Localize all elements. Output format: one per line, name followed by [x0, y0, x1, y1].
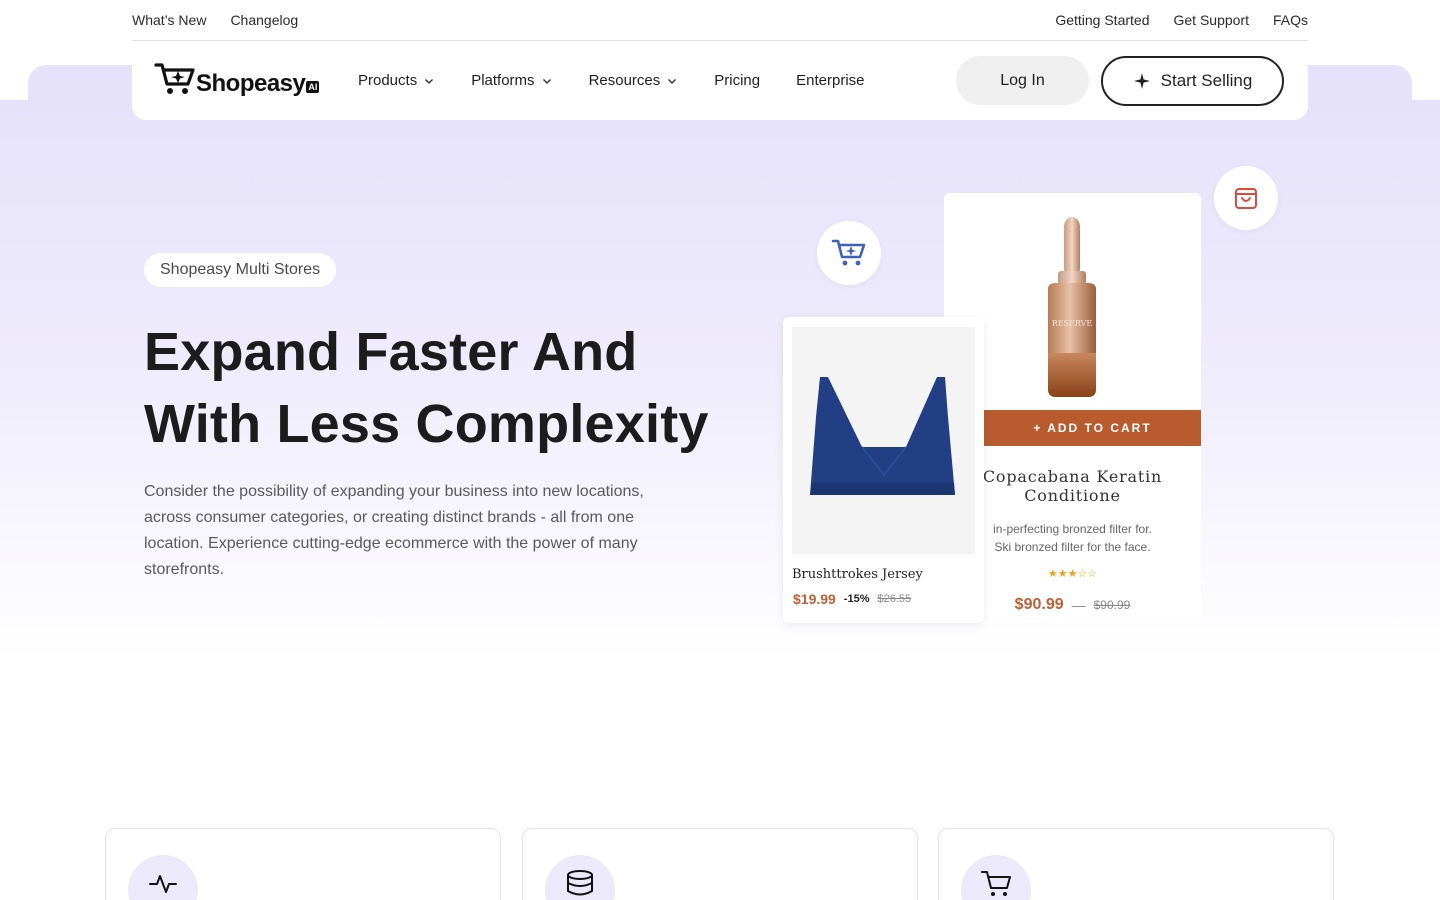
- nav-products[interactable]: Products: [358, 72, 435, 89]
- hero-title: Expand Faster And With Less Complexity: [144, 316, 764, 460]
- whats-new-link[interactable]: What’s New: [132, 12, 206, 28]
- nav-resources[interactable]: Resources: [589, 72, 679, 89]
- nav-platforms[interactable]: Platforms: [471, 72, 552, 89]
- cart-icon: [981, 871, 1011, 896]
- feature-icon-circle: [961, 855, 1031, 900]
- activity-icon: [149, 875, 177, 893]
- serum-description: in-perfecting bronzed filter for. Ski br…: [993, 522, 1152, 554]
- nav-pricing-label: Pricing: [714, 72, 761, 89]
- top-bar-left: What’s New Changelog: [132, 12, 298, 28]
- top-bar: What’s New Changelog Getting Started Get…: [132, 0, 1308, 41]
- shopeasy-logo[interactable]: Shopeasy AI: [154, 62, 320, 98]
- feature-card-2: [522, 828, 918, 900]
- hero-title-line-1: Expand Faster And: [144, 322, 638, 382]
- hero-badge: Shopeasy Multi Stores: [144, 253, 337, 287]
- feature-card-1: [105, 828, 501, 900]
- get-support-link[interactable]: Get Support: [1173, 12, 1249, 28]
- jersey-price-current: $19.99: [793, 591, 836, 607]
- product-card-jersey[interactable]: Brushttrokes Jersey $19.99 -15% $26.55: [783, 317, 984, 623]
- chevron-down-icon: [425, 78, 434, 84]
- getting-started-link[interactable]: Getting Started: [1055, 12, 1149, 28]
- nav-menu: Products Platforms Resources Pricing Ent…: [358, 41, 901, 120]
- start-selling-label: Start Selling: [1160, 71, 1253, 90]
- logo-ai-badge: AI: [306, 81, 320, 93]
- serum-price-separator: —: [1071, 597, 1086, 613]
- jersey-price-old: $26.55: [877, 593, 912, 605]
- serum-name: Copacabana Keratin Conditione: [982, 467, 1163, 505]
- cart-bubble: [817, 221, 881, 285]
- top-bar-right: Getting Started Get Support FAQs: [1055, 12, 1308, 28]
- nav-resources-label: Resources: [588, 72, 661, 89]
- jersey-name: Brushttrokes Jersey: [792, 567, 923, 582]
- nav-enterprise-label: Enterprise: [796, 72, 865, 89]
- chevron-down-icon: [542, 78, 551, 84]
- database-icon: [567, 870, 593, 896]
- login-button[interactable]: Log In: [956, 56, 1089, 105]
- shopping-bag-icon: [1235, 188, 1257, 209]
- hero-title-line-2: With Less Complexity: [144, 394, 709, 454]
- cart-sparkle-icon: [831, 239, 866, 266]
- logo-text: Shopeasy: [196, 70, 306, 97]
- jersey-discount: -15%: [843, 593, 870, 605]
- logo-cart-icon: [154, 63, 195, 94]
- start-selling-button[interactable]: Start Selling: [1101, 56, 1284, 106]
- main-navbar: Shopeasy AI Products Platforms Resources…: [132, 41, 1308, 120]
- serum-price: $90.99 — $90.99: [984, 596, 1161, 614]
- faqs-link[interactable]: FAQs: [1273, 12, 1308, 28]
- bottle-label: RESERVE: [1052, 319, 1093, 328]
- feature-card-3: [938, 828, 1334, 900]
- serum-price-old: $90.99: [1093, 598, 1131, 612]
- jersey-top-image: [792, 327, 975, 554]
- rating-stars: ★★★☆☆: [1047, 568, 1098, 580]
- nav-pricing[interactable]: Pricing: [714, 72, 760, 89]
- hero-description: Consider the possibility of expanding yo…: [144, 483, 644, 578]
- serum-price-current: $90.99: [1014, 596, 1064, 613]
- chevron-down-icon: [668, 78, 677, 84]
- bag-bubble: [1214, 166, 1278, 230]
- sparkle-icon: [1133, 73, 1150, 89]
- nav-enterprise[interactable]: Enterprise: [796, 72, 864, 89]
- changelog-link[interactable]: Changelog: [230, 12, 298, 28]
- nav-platforms-label: Platforms: [471, 72, 535, 89]
- feature-icon-circle: [128, 855, 198, 900]
- jersey-price: $19.99 -15% $26.55: [793, 591, 911, 607]
- feature-icon-circle: [545, 855, 615, 900]
- nav-products-label: Products: [358, 72, 418, 89]
- add-to-cart-button[interactable]: + ADD TO CART: [984, 410, 1201, 446]
